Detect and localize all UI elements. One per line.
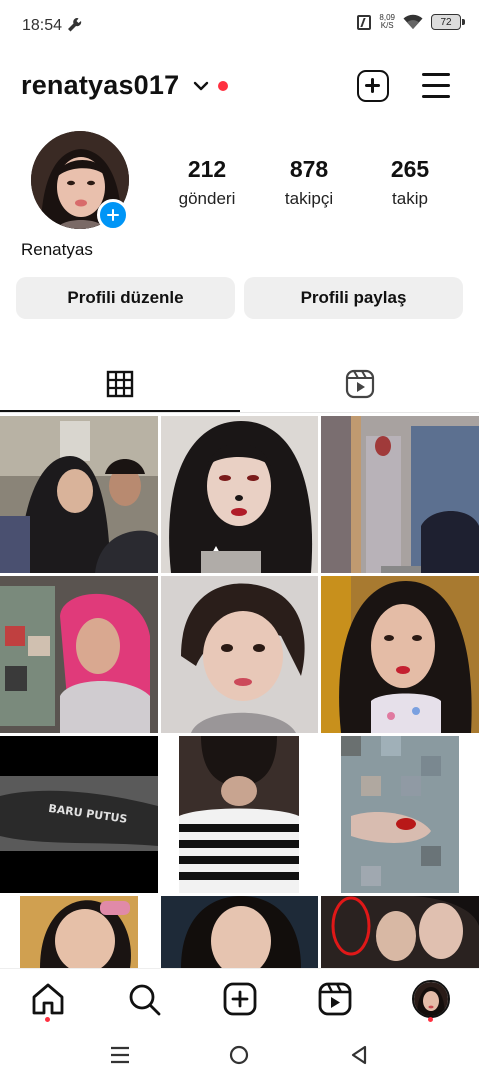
tab-posts-grid[interactable] xyxy=(0,355,239,413)
home-circle-icon[interactable] xyxy=(227,1043,251,1067)
profile-tabs xyxy=(0,355,479,413)
nfc-icon xyxy=(357,14,372,30)
grid-post[interactable] xyxy=(321,896,479,968)
grid-post[interactable] xyxy=(161,736,318,893)
wifi-icon xyxy=(403,14,423,29)
system-navigation xyxy=(0,1030,479,1080)
profile-avatar-nav[interactable] xyxy=(412,980,450,1018)
posts-label: gönderi xyxy=(178,189,236,208)
wrench-icon xyxy=(68,18,82,32)
profile-notification-dot xyxy=(428,1017,433,1022)
grid-post[interactable] xyxy=(0,896,158,968)
posts-count: 212 xyxy=(187,156,227,182)
share-profile-button[interactable]: Profili paylaş xyxy=(244,277,463,319)
grid-post[interactable] xyxy=(161,416,318,573)
stat-following[interactable]: 265 takip xyxy=(365,156,455,209)
back-icon[interactable] xyxy=(347,1043,371,1067)
home-notification-dot xyxy=(45,1017,50,1022)
bottom-navigation xyxy=(0,968,479,1030)
status-bar: 18:54 8,09 K/S 72 xyxy=(0,0,479,52)
add-story-button[interactable] xyxy=(97,199,129,231)
grid-post[interactable] xyxy=(321,576,479,733)
username[interactable]: renatyas017 xyxy=(21,70,179,101)
grid-post[interactable] xyxy=(161,576,318,733)
tab-reels[interactable] xyxy=(240,355,479,413)
grid-post[interactable] xyxy=(0,576,158,733)
post-grid: BARU PUTUS xyxy=(0,416,479,968)
grid-icon xyxy=(106,370,133,398)
speed-unit: K/S xyxy=(380,21,394,30)
new-post-icon[interactable] xyxy=(357,70,389,102)
following-label: takip xyxy=(392,189,428,208)
recents-icon[interactable] xyxy=(108,1043,132,1067)
status-time: 18:54 xyxy=(22,17,63,34)
grid-post[interactable] xyxy=(0,416,158,573)
battery-level: 72 xyxy=(440,16,452,28)
followers-count: 878 xyxy=(289,156,329,182)
display-name: Renatyas xyxy=(21,240,93,259)
chevron-down-icon[interactable] xyxy=(193,79,209,93)
grid-post[interactable] xyxy=(321,416,479,573)
home-icon[interactable] xyxy=(30,981,66,1017)
network-speed: 8,09 K/S xyxy=(379,14,395,30)
battery-icon: 72 xyxy=(431,14,465,30)
stat-followers[interactable]: 878 takipçi xyxy=(264,156,354,209)
grid-post[interactable] xyxy=(161,896,318,968)
reels-nav-icon[interactable] xyxy=(317,981,353,1017)
tab-divider xyxy=(0,412,479,413)
notification-dot xyxy=(218,81,228,91)
reels-icon xyxy=(345,369,374,399)
grid-post[interactable] xyxy=(321,736,479,893)
grid-post[interactable]: BARU PUTUS xyxy=(0,736,158,893)
menu-icon[interactable] xyxy=(422,73,450,99)
status-icons: 8,09 K/S 72 xyxy=(357,14,465,30)
edit-profile-button[interactable]: Profili düzenle xyxy=(16,277,235,319)
stat-posts[interactable]: 212 gönderi xyxy=(162,156,252,209)
followers-label: takipçi xyxy=(284,189,334,208)
search-icon[interactable] xyxy=(126,981,162,1017)
following-count: 265 xyxy=(390,156,430,182)
create-icon[interactable] xyxy=(222,981,258,1017)
profile-header: renatyas017 xyxy=(0,62,479,110)
